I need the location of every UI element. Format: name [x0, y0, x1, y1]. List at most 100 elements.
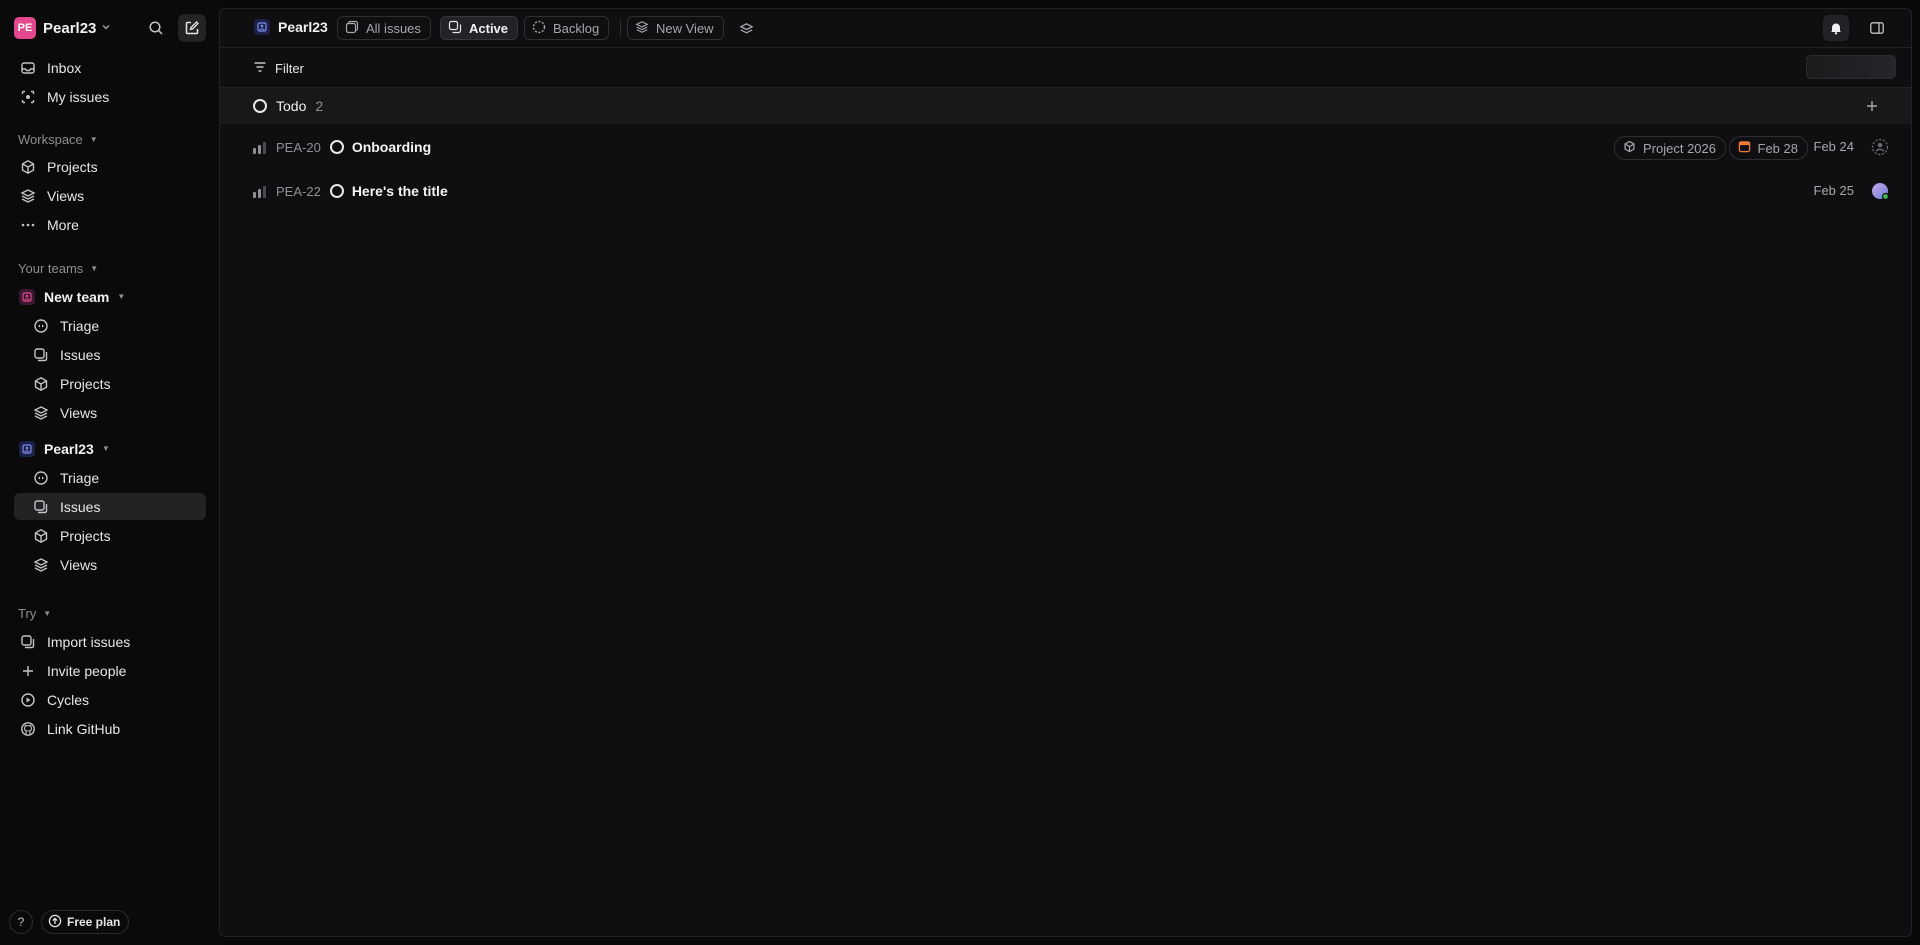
all-issues-icon [345, 20, 359, 37]
tab-active[interactable]: Active [440, 16, 519, 40]
issue-id: PEA-22 [276, 183, 321, 199]
sidebar-item-import-issues[interactable]: Import issues [14, 628, 206, 655]
priority-icon[interactable] [253, 140, 267, 154]
sidebar-item-label: Triage [60, 469, 100, 486]
add-issue-button[interactable] [1863, 97, 1881, 115]
display-options-button[interactable] [1806, 55, 1896, 79]
tab-label: Active [469, 20, 509, 36]
sidebar-item-label: More [47, 216, 79, 233]
sidebar-item-label: My issues [47, 88, 110, 105]
breadcrumb-team[interactable]: Pearl23 [254, 19, 328, 35]
sidebar-item-views[interactable]: Views [14, 182, 206, 209]
sidebar-item-more[interactable]: More [14, 211, 206, 238]
inbox-icon [19, 59, 37, 77]
sidebar-item-label: Triage [60, 317, 100, 334]
sidebar-item-link-github[interactable]: Link GitHub [14, 715, 206, 742]
sidebar-item-views[interactable]: Views [14, 399, 206, 426]
tab-new-view[interactable]: New View [627, 16, 724, 40]
caret-down-icon: ▼ [43, 609, 52, 618]
view-options-button[interactable] [736, 19, 756, 39]
unassigned-avatar-icon[interactable] [1871, 138, 1889, 156]
breadcrumb-label: Pearl23 [278, 19, 328, 35]
issue-row[interactable]: PEA-22 Here's the title Feb 25 [220, 169, 1911, 213]
cube-icon [19, 158, 37, 176]
filter-button[interactable]: Filter [253, 57, 304, 79]
sidebar-item-issues[interactable]: Issues [14, 341, 206, 368]
cycles-icon [19, 691, 37, 709]
sidebar-item-label: Invite people [47, 662, 127, 679]
workspace-avatar: PE [14, 17, 36, 39]
issue-title: Onboarding [351, 139, 432, 155]
sidebar: PE Pearl23 Inbox My issues Workspace ▼ P… [0, 0, 219, 945]
team-pearl23[interactable]: Pearl23 ▼ [14, 435, 110, 462]
search-icon[interactable] [143, 15, 169, 41]
compose-button[interactable] [178, 14, 206, 42]
sidebar-item-triage[interactable]: Triage [14, 312, 206, 339]
sidebar-item-projects[interactable]: Projects [14, 522, 206, 549]
sidebar-item-views[interactable]: Views [14, 551, 206, 578]
sidebar-item-triage[interactable]: Triage [14, 464, 206, 491]
sidebar-item-cycles[interactable]: Cycles [14, 686, 206, 713]
toggle-sidebar-button[interactable] [1865, 16, 1889, 40]
todo-status-icon[interactable] [329, 140, 344, 154]
triage-icon [32, 469, 50, 487]
calendar-icon [1738, 140, 1751, 156]
section-label: Workspace [18, 132, 83, 147]
plus-icon [19, 662, 37, 680]
layers-icon [32, 556, 50, 574]
cube-icon [1623, 140, 1636, 156]
todo-status-icon [253, 99, 267, 113]
sidebar-item-label: Link GitHub [47, 720, 121, 737]
tab-backlog[interactable]: Backlog [524, 16, 610, 40]
layers-icon [635, 20, 649, 37]
group-count: 2 [315, 98, 324, 114]
team-icon [19, 288, 35, 305]
sidebar-item-label: Projects [60, 375, 111, 392]
caret-down-icon: ▼ [89, 135, 98, 144]
sidebar-item-projects[interactable]: Projects [14, 370, 206, 397]
sidebar-item-issues[interactable]: Issues [14, 493, 206, 520]
github-icon [19, 720, 37, 738]
due-date: Feb 28 [1757, 140, 1798, 156]
panel-icon [1870, 22, 1884, 34]
sidebar-item-inbox[interactable]: Inbox [14, 54, 206, 81]
sidebar-item-my-issues[interactable]: My issues [14, 83, 206, 110]
issue-row[interactable]: PEA-20 Onboarding Project 2026 Feb 28 Fe… [220, 125, 1911, 169]
created-date: Feb 25 [1813, 183, 1854, 198]
help-button[interactable]: ? [9, 910, 33, 934]
upgrade-icon [48, 914, 62, 931]
layers-icon [19, 187, 37, 205]
workspace-switcher[interactable]: PE Pearl23 [14, 14, 111, 42]
sidebar-item-projects[interactable]: Projects [14, 153, 206, 180]
cube-icon [32, 375, 50, 393]
notifications-button[interactable] [1823, 15, 1849, 41]
priority-icon[interactable] [253, 184, 267, 198]
due-date-chip[interactable]: Feb 28 [1728, 136, 1808, 160]
plus-icon [1867, 101, 1877, 111]
teams-section-toggle[interactable]: Your teams ▼ [18, 261, 98, 276]
team-new-team[interactable]: New team ▼ [14, 283, 125, 310]
sidebar-item-label: Projects [60, 527, 111, 544]
free-plan-button[interactable]: Free plan [41, 910, 130, 934]
try-section-toggle[interactable]: Try ▼ [18, 606, 51, 621]
todo-status-icon[interactable] [329, 184, 344, 198]
tab-all-issues[interactable]: All issues [337, 16, 431, 40]
group-header-todo[interactable]: Todo 2 [220, 88, 1911, 124]
filter-icon [253, 60, 267, 77]
plan-label: Free plan [67, 915, 121, 929]
section-label: Try [18, 606, 37, 621]
team-icon [254, 19, 270, 35]
sidebar-item-invite-people[interactable]: Invite people [14, 657, 206, 684]
caret-down-icon: ▼ [90, 264, 99, 273]
workspace-section-toggle[interactable]: Workspace ▼ [18, 132, 98, 147]
project-chip[interactable]: Project 2026 [1614, 136, 1726, 160]
chevron-down-icon [101, 22, 111, 35]
sidebar-item-label: Cycles [47, 691, 90, 708]
top-bar: Pearl23 All issues Active Backlog New Vi… [220, 9, 1911, 48]
sidebar-item-label: Views [60, 556, 98, 573]
issue-id: PEA-20 [276, 139, 321, 155]
issue-title: Here's the title [351, 183, 448, 199]
tab-divider [620, 20, 621, 36]
team-icon [19, 440, 35, 457]
user-avatar[interactable] [1871, 182, 1890, 201]
